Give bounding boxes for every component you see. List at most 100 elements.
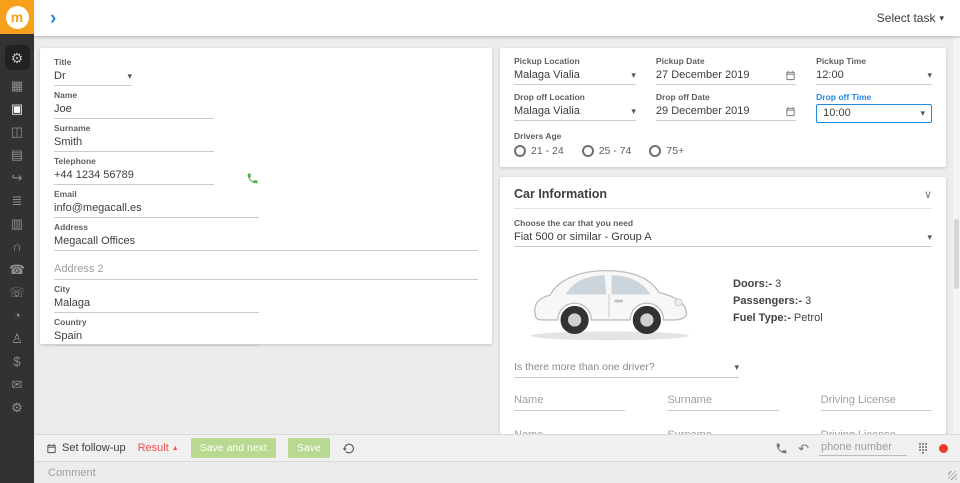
sidebar-item-messages[interactable]: ✉	[0, 378, 34, 391]
comment-input[interactable]	[48, 466, 946, 479]
title-label: Title	[54, 57, 72, 67]
driver1-surname-input[interactable]	[667, 392, 779, 411]
dialpad-icon[interactable]	[917, 442, 929, 454]
phone-number-input[interactable]	[819, 440, 907, 456]
more-drivers-select[interactable]: Is there more than one driver? ▾	[514, 361, 739, 378]
title-value: Dr	[54, 70, 66, 82]
call-phone-icon[interactable]	[246, 172, 259, 185]
sidebar-item-reports[interactable]: ▥	[0, 217, 34, 230]
calendar-icon[interactable]	[785, 70, 796, 81]
address2-field	[54, 255, 478, 280]
scrollbar-thumb[interactable]	[954, 219, 959, 290]
set-followup-label: Set follow-up	[62, 442, 126, 454]
pickup-date-input[interactable]: 27 December 2019	[655, 68, 797, 85]
city-input[interactable]: Malaga	[54, 296, 259, 313]
telephone-field: Telephone +44 1234 56789	[54, 156, 478, 185]
select-task-dropdown[interactable]: Select task ▾	[877, 11, 944, 25]
share-icon: ↪	[11, 170, 23, 185]
pickup-location-select[interactable]: Malaga Vialia ▾	[514, 68, 636, 85]
collapse-chevron-icon[interactable]: ∨	[924, 188, 932, 201]
drivers-age-field: Drivers Age 21 - 24 25 - 74 75+	[514, 131, 932, 157]
sidebar-item-library[interactable]: ▤	[0, 148, 34, 161]
sort-up-icon: ▲	[171, 444, 179, 452]
sidebar-item-settings[interactable]: ⚙	[0, 401, 34, 414]
sidebar-item-share[interactable]: ↪	[0, 171, 34, 184]
sidebar-item-support[interactable]: ∩	[0, 240, 34, 253]
name-input[interactable]: Joe	[54, 102, 214, 119]
dropoff-time-select[interactable]: 10:00 ▾	[816, 104, 932, 123]
call-icon[interactable]	[775, 442, 788, 455]
driver2-surname-input[interactable]	[667, 427, 779, 434]
car-spec-fuel: Fuel Type:- Petrol	[733, 311, 823, 324]
dropoff-time-field: Drop off Time 10:00 ▾	[816, 92, 932, 123]
country-field: Country Spain	[54, 317, 478, 346]
grid-icon: ▦	[10, 78, 24, 93]
dropoff-date-value: 29 December 2019	[655, 105, 750, 117]
action-bar: Set follow-up Result ▲ Save and next Sav…	[34, 434, 960, 461]
age-option-25-74[interactable]: 25 - 74	[581, 145, 632, 157]
title-select[interactable]: Dr ▾	[54, 69, 132, 86]
save-and-next-button[interactable]: Save and next	[190, 438, 276, 458]
expand-arrow-icon[interactable]: ›	[50, 9, 56, 28]
sidebar-item-history[interactable]: ◔	[0, 309, 34, 322]
save-button[interactable]: Save	[287, 438, 330, 458]
city-field: City Malaga	[54, 284, 478, 313]
car-choice-select[interactable]: Fiat 500 or similar - Group A ▾	[514, 230, 932, 247]
car-specs: Doors:- 3 Passengers:- 3 Fuel Type:- Pet…	[733, 276, 823, 327]
dollar-icon: $	[13, 354, 21, 369]
sidebar-item-calendar[interactable]: ▣	[0, 102, 34, 115]
country-input[interactable]: Spain	[54, 329, 259, 346]
list-icon: ≣	[11, 193, 23, 208]
surname-input[interactable]: Smith	[54, 135, 214, 152]
address2-input[interactable]	[54, 261, 478, 280]
resize-grip[interactable]	[948, 471, 957, 480]
email-label: Email	[54, 189, 77, 199]
dropoff-location-select[interactable]: Malaga Vialia ▾	[514, 104, 636, 121]
pickup-time-select[interactable]: 12:00 ▾	[816, 68, 932, 85]
content-area: Title Dr ▾ Name Joe Surname Smith Teleph…	[34, 36, 960, 434]
calendar-icon	[47, 443, 56, 453]
driver2-name-input[interactable]	[514, 427, 626, 434]
age-option-21-24[interactable]: 21 - 24	[514, 145, 564, 157]
undo-icon[interactable]	[342, 442, 355, 455]
sidebar-item-billing[interactable]: $	[0, 355, 34, 368]
sidebar-item-tasks[interactable]: ≣	[0, 194, 34, 207]
person-icon: ♙	[11, 331, 23, 346]
driver1-name-input[interactable]	[514, 392, 626, 411]
sidebar-item-settings-badge[interactable]: ⚙	[4, 45, 30, 70]
chevron-down-icon: ▾	[927, 69, 932, 80]
result-button[interactable]: Result ▲	[138, 442, 179, 454]
chevron-down-icon: ▾	[927, 231, 932, 242]
set-followup-button[interactable]: Set follow-up	[46, 442, 126, 454]
app-logo[interactable]: m	[0, 0, 34, 34]
dropoff-date-input[interactable]: 29 December 2019	[655, 104, 797, 121]
sidebar-item-phone[interactable]: ☎	[0, 263, 34, 276]
callback-icon[interactable]: ↶	[798, 442, 809, 455]
address-field: Address Megacall Offices	[54, 222, 478, 251]
call-controls: ↶	[775, 440, 948, 456]
age-option-75-plus[interactable]: 75+	[649, 145, 684, 157]
sidebar-item-contacts[interactable]: ♙	[0, 332, 34, 345]
vertical-scrollbar[interactable]	[953, 36, 960, 434]
sidebar-item-dashboard[interactable]: ▦	[0, 79, 34, 92]
email-field: Email info@megacall.es	[54, 189, 478, 218]
sidebar-item-dialer[interactable]: ☏	[0, 286, 34, 299]
chevron-down-icon: ▾	[939, 12, 944, 23]
driver2-license-input[interactable]	[820, 427, 932, 434]
telephone-input[interactable]: +44 1234 56789	[54, 168, 214, 185]
car-information-header[interactable]: Car Information ∨	[514, 187, 932, 209]
chevron-down-icon: ▾	[631, 69, 636, 80]
extra-driver-row-2	[514, 427, 932, 434]
sidebar-item-layers[interactable]: ◫	[0, 125, 34, 138]
dropoff-date-label: Drop off Date	[655, 92, 710, 102]
calendar-icon[interactable]	[785, 106, 796, 117]
age-option-label: 25 - 74	[598, 145, 632, 157]
drivers-age-options: 21 - 24 25 - 74 75+	[514, 145, 932, 157]
address-value: Megacall Offices	[54, 235, 136, 247]
customer-details-card: Title Dr ▾ Name Joe Surname Smith Teleph…	[40, 48, 492, 346]
surname-label: Surname	[54, 123, 91, 133]
email-input[interactable]: info@megacall.es	[54, 201, 259, 218]
driver1-license-input[interactable]	[820, 392, 932, 411]
title-field: Title Dr ▾	[54, 57, 478, 86]
address-input[interactable]: Megacall Offices	[54, 234, 478, 251]
